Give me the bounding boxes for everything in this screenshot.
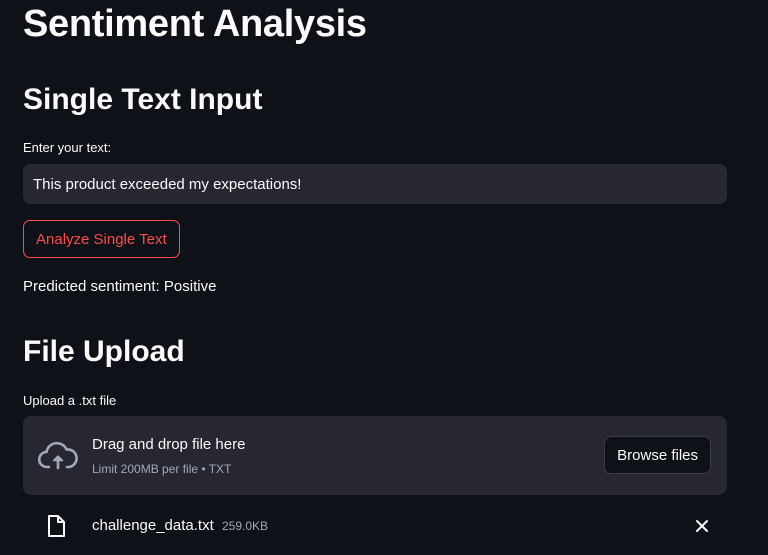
single-text-heading: Single Text Input xyxy=(23,83,263,116)
uploaded-file-name: challenge_data.txt xyxy=(92,517,214,534)
browse-files-button[interactable]: Browse files xyxy=(604,436,711,474)
main-content: Sentiment Analysis Single Text Input Ent… xyxy=(0,0,768,555)
text-input[interactable] xyxy=(23,164,727,204)
file-upload-heading: File Upload xyxy=(23,335,185,368)
page-title: Sentiment Analysis xyxy=(23,3,367,45)
dropzone-limit: Limit 200MB per file • TXT xyxy=(92,462,232,476)
close-icon[interactable] xyxy=(692,516,712,536)
cloud-upload-icon xyxy=(38,441,78,470)
upload-label: Upload a .txt file xyxy=(23,393,117,408)
uploaded-file-size: 259.0KB xyxy=(222,519,269,533)
file-icon xyxy=(48,515,65,537)
predicted-sentiment-text: Predicted sentiment: Positive xyxy=(23,278,217,295)
dropzone-title: Drag and drop file here xyxy=(92,436,246,453)
analyze-single-text-button[interactable]: Analyze Single Text xyxy=(23,220,180,258)
file-dropzone[interactable]: Drag and drop file here Limit 200MB per … xyxy=(23,416,727,495)
text-input-label: Enter your text: xyxy=(23,140,112,155)
uploaded-file-row: challenge_data.txt 259.0KB xyxy=(23,505,727,547)
